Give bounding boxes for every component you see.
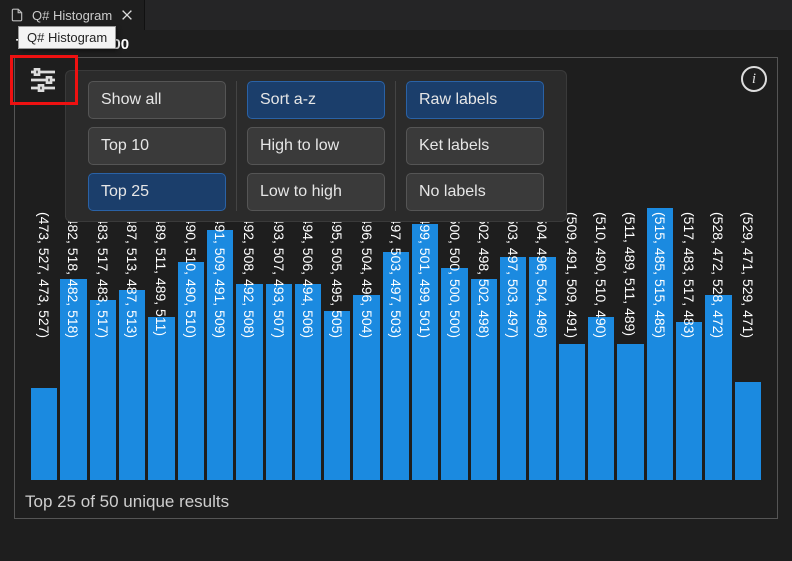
bar-15[interactable]: (502, 498, 502, 498) xyxy=(471,208,497,480)
tab-bar: Q# Histogram xyxy=(0,0,792,30)
bar-label: (529, 471, 529, 471) xyxy=(740,212,756,338)
bar-label: (510, 490, 510, 490) xyxy=(593,212,609,338)
bar-label: (491, 509, 491, 509) xyxy=(212,212,228,338)
bar-13[interactable]: (499, 501, 499, 501) xyxy=(412,208,438,480)
bar-fill xyxy=(148,317,174,480)
bar-label: (497, 503, 497, 503) xyxy=(388,212,404,338)
bar-label: (495, 505, 495, 505) xyxy=(329,212,345,338)
info-button[interactable]: i xyxy=(741,66,767,92)
bar-label: (487, 513, 487, 513) xyxy=(124,212,140,338)
button-label: Top 25 xyxy=(101,183,149,201)
button-label: Top 10 xyxy=(101,137,149,155)
filter-label-option-0[interactable]: Raw labels xyxy=(406,81,544,119)
histogram-chart: (473, 527, 473, 527) (482, 518, 482, 518)… xyxy=(31,208,761,480)
file-icon xyxy=(10,8,24,22)
bar-21[interactable]: (515, 485, 515, 485) xyxy=(647,208,673,480)
chart-footer: Top 25 of 50 unique results xyxy=(25,492,229,512)
bar-fill xyxy=(735,382,761,480)
settings-button[interactable] xyxy=(23,60,63,100)
filter-sort-option-1[interactable]: High to low xyxy=(247,127,385,165)
filter-count-group: Show all Top 10 Top 25 xyxy=(78,81,236,211)
tab-title: Q# Histogram xyxy=(32,8,112,23)
bar-label: (515, 485, 515, 485) xyxy=(652,212,668,338)
button-label: Low to high xyxy=(260,183,342,201)
bar-label: (500, 500, 500, 500) xyxy=(447,212,463,338)
button-label: Raw labels xyxy=(419,91,497,109)
bar-2[interactable]: (483, 517, 483, 517) xyxy=(90,208,116,480)
bar-label: (493, 507, 493, 507) xyxy=(271,212,287,338)
bar-fill xyxy=(617,344,643,480)
bar-8[interactable]: (493, 507, 493, 507) xyxy=(266,208,292,480)
bar-fill xyxy=(588,317,614,480)
sliders-icon xyxy=(27,64,59,96)
filter-label-option-1[interactable]: Ket labels xyxy=(406,127,544,165)
filter-label-option-2[interactable]: No labels xyxy=(406,173,544,211)
filter-count-option-1[interactable]: Top 10 xyxy=(88,127,226,165)
filter-label-group: Raw labels Ket labels No labels xyxy=(395,81,554,211)
bar-23[interactable]: (528, 472, 528, 472) xyxy=(705,208,731,480)
bar-label: (499, 501, 499, 501) xyxy=(417,212,433,338)
filter-count-option-2[interactable]: Top 25 xyxy=(88,173,226,211)
bar-fill xyxy=(559,344,585,480)
bar-22[interactable]: (517, 483, 517, 483) xyxy=(676,208,702,480)
bar-16[interactable]: (503, 497, 503, 497) xyxy=(500,208,526,480)
filter-sort-option-2[interactable]: Low to high xyxy=(247,173,385,211)
bar-label: (483, 517, 483, 517) xyxy=(95,212,111,338)
filter-popup: Show all Top 10 Top 25 Sort a-z High to low… xyxy=(65,70,567,222)
bar-12[interactable]: (497, 503, 497, 503) xyxy=(383,208,409,480)
bar-5[interactable]: (490, 510, 490, 510) xyxy=(178,208,204,480)
bar-20[interactable]: (511, 489, 511, 489) xyxy=(617,208,643,480)
bar-label: (490, 510, 490, 510) xyxy=(183,212,199,338)
filter-sort-option-0[interactable]: Sort a-z xyxy=(247,81,385,119)
bar-10[interactable]: (495, 505, 495, 505) xyxy=(324,208,350,480)
bar-label: (502, 498, 502, 498) xyxy=(476,212,492,338)
bar-label: (517, 483, 517, 483) xyxy=(681,212,697,338)
button-label: Ket labels xyxy=(419,137,489,155)
bar-label: (496, 504, 496, 504) xyxy=(359,212,375,338)
histogram-panel: i Show all Top 10 Top 25 Sort a-z High to l… xyxy=(14,57,778,519)
info-icon: i xyxy=(752,71,756,88)
filter-sort-group: Sort a-z High to low Low to high xyxy=(236,81,395,211)
button-label: High to low xyxy=(260,137,339,155)
bar-label: (482, 518, 482, 518) xyxy=(65,212,81,338)
bar-label: (494, 506, 494, 506) xyxy=(300,212,316,338)
close-icon[interactable] xyxy=(120,8,134,22)
bar-label: (489, 511, 489, 511) xyxy=(153,212,169,336)
total-shots-label: Total shots: 100 xyxy=(0,30,792,57)
bar-4[interactable]: (489, 511, 489, 511) xyxy=(148,208,174,480)
bar-0[interactable]: (473, 527, 473, 527) xyxy=(31,208,57,480)
bar-label: (511, 489, 511, 489) xyxy=(622,212,638,336)
bar-11[interactable]: (496, 504, 496, 504) xyxy=(353,208,379,480)
bar-label: (509, 491, 509, 491) xyxy=(564,212,580,338)
bar-18[interactable]: (509, 491, 509, 491) xyxy=(559,208,585,480)
bar-17[interactable]: (504, 496, 504, 496) xyxy=(529,208,555,480)
bar-label: (492, 508, 492, 508) xyxy=(241,212,257,338)
bar-1[interactable]: (482, 518, 482, 518) xyxy=(60,208,86,480)
button-label: Show all xyxy=(101,91,161,109)
bar-label: (473, 527, 473, 527) xyxy=(36,212,52,338)
tab-tooltip: Q# Histogram xyxy=(18,26,116,49)
bar-24[interactable]: (529, 471, 529, 471) xyxy=(735,208,761,480)
bar-label: (503, 497, 503, 497) xyxy=(505,212,521,338)
button-label: No labels xyxy=(419,183,486,201)
bar-7[interactable]: (492, 508, 492, 508) xyxy=(236,208,262,480)
bar-fill xyxy=(31,388,57,480)
bar-label: (504, 496, 504, 496) xyxy=(534,212,550,338)
button-label: Sort a-z xyxy=(260,91,316,109)
bar-6[interactable]: (491, 509, 491, 509) xyxy=(207,208,233,480)
filter-count-option-0[interactable]: Show all xyxy=(88,81,226,119)
bar-label: (528, 472, 528, 472) xyxy=(710,212,726,338)
bar-19[interactable]: (510, 490, 510, 490) xyxy=(588,208,614,480)
bar-9[interactable]: (494, 506, 494, 506) xyxy=(295,208,321,480)
bar-3[interactable]: (487, 513, 487, 513) xyxy=(119,208,145,480)
bar-fill xyxy=(676,322,702,480)
bar-14[interactable]: (500, 500, 500, 500) xyxy=(441,208,467,480)
